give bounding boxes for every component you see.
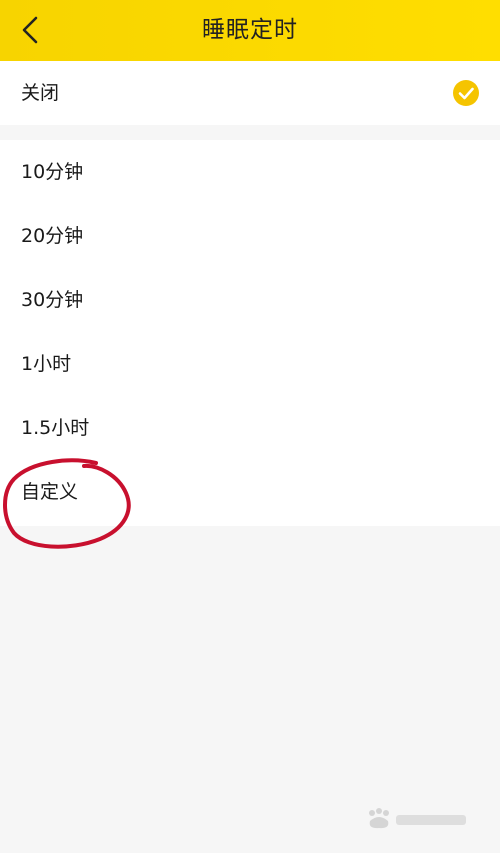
- page-title: 睡眠定时: [202, 17, 298, 43]
- check-circle-icon: [453, 80, 479, 106]
- sleep-timer-screen: 睡眠定时 关闭 10分钟 20分钟 30分钟 1小时 1.5小时 自定义: [0, 0, 500, 853]
- option-label: 关闭: [21, 82, 60, 104]
- option-30min[interactable]: 30分钟: [0, 268, 500, 332]
- option-custom[interactable]: 自定义: [0, 460, 500, 524]
- timer-options-list: 10分钟 20分钟 30分钟 1小时 1.5小时 自定义: [0, 140, 500, 526]
- option-label: 20分钟: [21, 225, 84, 247]
- watermark-logo-icon: [369, 808, 466, 829]
- option-off[interactable]: 关闭: [0, 61, 500, 125]
- header-bar: 睡眠定时: [0, 0, 500, 61]
- option-20min[interactable]: 20分钟: [0, 204, 500, 268]
- option-label: 30分钟: [21, 289, 84, 311]
- option-10min[interactable]: 10分钟: [0, 140, 500, 204]
- chevron-left-icon: [22, 16, 38, 44]
- option-label: 10分钟: [21, 161, 84, 183]
- off-option-card: 关闭: [0, 61, 500, 125]
- option-label: 1.5小时: [21, 417, 90, 439]
- back-button[interactable]: [10, 9, 50, 51]
- option-1hour[interactable]: 1小时: [0, 332, 500, 396]
- option-label: 1小时: [21, 353, 72, 375]
- option-label: 自定义: [21, 481, 79, 503]
- option-1-5hour[interactable]: 1.5小时: [0, 396, 500, 460]
